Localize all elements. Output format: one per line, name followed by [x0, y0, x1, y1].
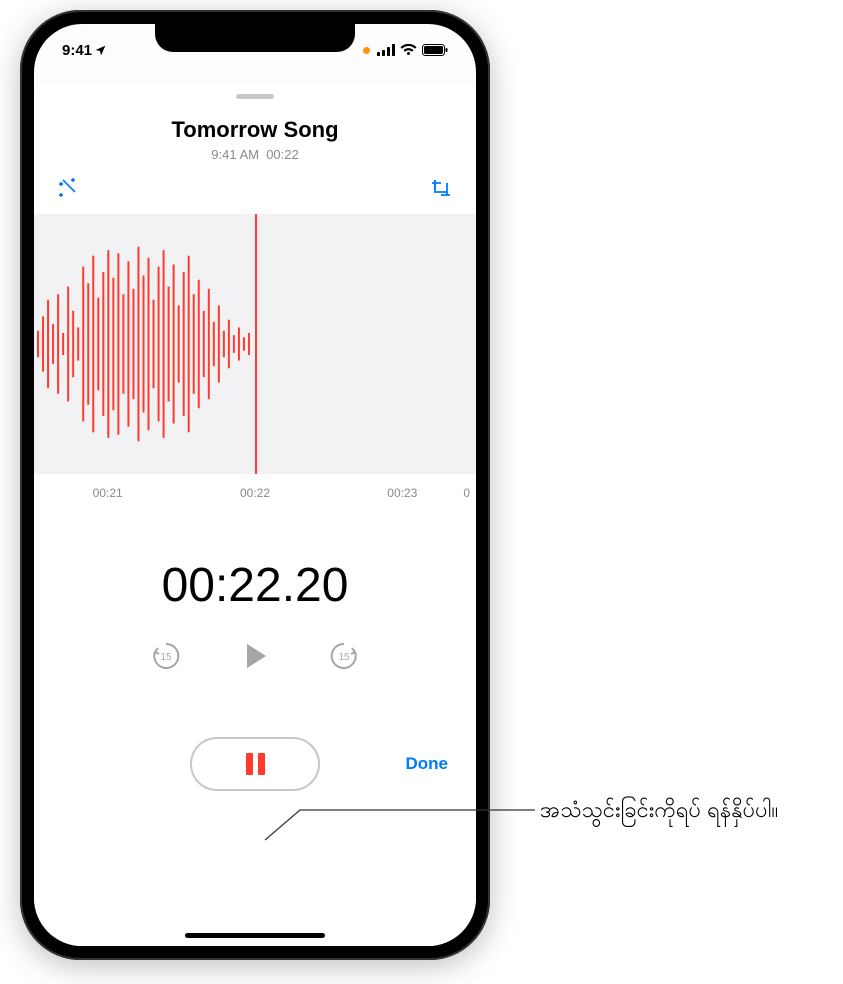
skip-back-15-button[interactable]: 15	[150, 640, 182, 672]
recording-timestamp: 9:41 AM	[211, 147, 259, 162]
callout-label: အသံသွင်းခြင်းကိုရပ် ရန်နှိပ်ပါ။	[540, 792, 830, 827]
phone-device-frame: 9:41	[20, 10, 490, 960]
elapsed-time-display: 00:22.20	[34, 558, 476, 613]
playback-controls: 15 15	[34, 639, 476, 673]
wifi-icon	[400, 44, 417, 56]
pause-icon	[246, 753, 265, 775]
skip-forward-15-button[interactable]: 15	[328, 640, 360, 672]
status-time: 9:41	[62, 42, 92, 59]
cellular-signal-icon	[377, 44, 395, 56]
waveform-graphic	[34, 234, 255, 455]
waveform-display[interactable]	[34, 214, 476, 474]
recording-meta: 9:41 AM 00:22	[34, 147, 476, 162]
recording-duration: 00:22	[266, 147, 299, 162]
phone-screen: 9:41	[34, 24, 476, 946]
ruler-tick: 00:23	[387, 486, 417, 500]
pause-recording-button[interactable]	[190, 737, 320, 791]
location-arrow-icon	[94, 44, 107, 57]
home-indicator[interactable]	[185, 933, 325, 938]
trim-recording-button[interactable]	[428, 176, 454, 202]
notch	[155, 24, 355, 52]
battery-icon	[422, 44, 448, 56]
done-button[interactable]: Done	[406, 754, 449, 774]
time-ruler: 00:21 00:22 00:23 0	[34, 474, 476, 508]
ruler-tick: 00:22	[240, 486, 270, 500]
recording-sheet: Tomorrow Song 9:41 AM 00:22	[34, 84, 476, 946]
svg-text:15: 15	[160, 652, 172, 663]
sheet-grabber[interactable]	[236, 94, 274, 99]
ruler-tick: 0	[463, 486, 470, 500]
svg-text:15: 15	[338, 652, 350, 663]
play-button[interactable]	[238, 639, 272, 673]
recording-title[interactable]: Tomorrow Song	[34, 117, 476, 143]
recording-indicator-dot	[363, 47, 370, 54]
ruler-tick: 00:21	[93, 486, 123, 500]
enhance-recording-button[interactable]	[56, 176, 82, 202]
playhead-line	[255, 214, 257, 474]
